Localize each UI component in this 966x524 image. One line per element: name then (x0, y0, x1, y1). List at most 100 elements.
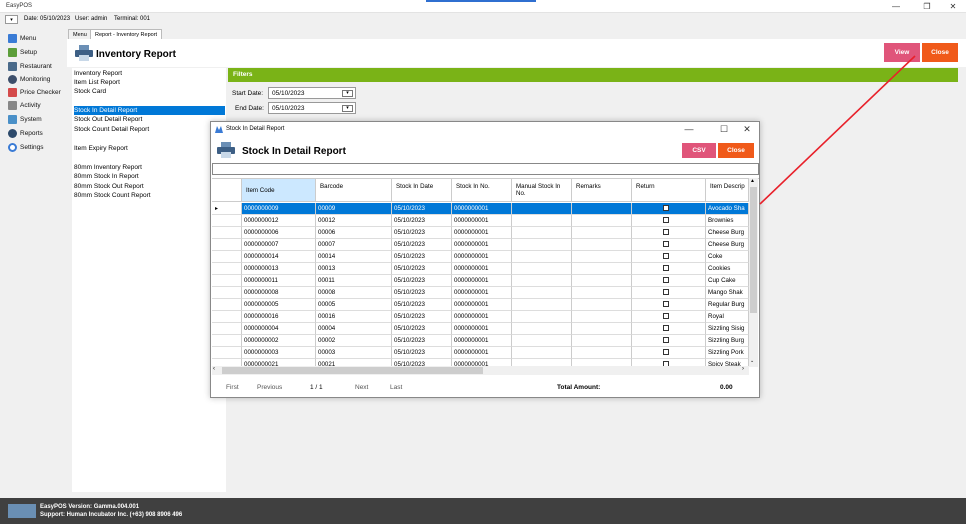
table-cell[interactable]: 00012 (316, 215, 392, 227)
table-cell[interactable]: 0000000014 (242, 251, 316, 263)
row-header[interactable] (212, 263, 242, 275)
scroll-thumb[interactable] (222, 367, 483, 374)
table-cell[interactable]: Cheese Burg (706, 239, 749, 251)
report-item-inventory[interactable]: Inventory Report (74, 69, 225, 78)
sidebar-item-system[interactable]: System (8, 113, 42, 125)
table-cell[interactable] (512, 263, 572, 275)
return-checkbox-cell[interactable] (632, 203, 706, 215)
table-cell[interactable]: 05/10/2023 (392, 287, 452, 299)
table-cell[interactable]: 0000000001 (452, 239, 512, 251)
table-cell[interactable]: 00006 (316, 227, 392, 239)
close-button[interactable]: Close (922, 43, 958, 62)
table-cell[interactable] (512, 215, 572, 227)
table-cell[interactable] (512, 275, 572, 287)
dialog-filter-bar[interactable] (212, 163, 759, 175)
table-row[interactable]: ▸ 0000000009 00009 05/10/2023 0000000001 Avoc… (212, 203, 749, 215)
return-checkbox-cell[interactable] (632, 227, 706, 239)
table-cell[interactable]: Mango Shak (706, 287, 749, 299)
sidebar-item-reports[interactable]: Reports (8, 127, 43, 139)
table-cell[interactable]: 0000000009 (242, 203, 316, 215)
sidebar-item-menu[interactable]: Menu (8, 32, 36, 44)
row-header[interactable] (212, 347, 242, 359)
row-header[interactable] (212, 335, 242, 347)
table-cell[interactable]: 00008 (316, 287, 392, 299)
column-header[interactable]: Item Descrip (706, 179, 749, 202)
row-header[interactable]: ▸ (212, 203, 242, 215)
table-cell[interactable] (572, 275, 632, 287)
table-cell[interactable]: 00011 (316, 275, 392, 287)
return-checkbox[interactable] (663, 325, 669, 332)
column-header[interactable]: Manual Stock In No. (512, 179, 572, 202)
table-cell[interactable] (572, 335, 632, 347)
return-checkbox[interactable] (663, 253, 669, 260)
table-cell[interactable]: 05/10/2023 (392, 239, 452, 251)
row-header[interactable] (212, 287, 242, 299)
report-item-stock-in-detail[interactable]: Stock In Detail Report (74, 106, 225, 115)
column-header[interactable]: Stock In Date (392, 179, 452, 202)
return-checkbox-cell[interactable] (632, 239, 706, 251)
table-cell[interactable]: Royal (706, 311, 749, 323)
vertical-scrollbar[interactable]: ▲ ⌄ (749, 178, 758, 367)
sidebar-item-settings[interactable]: Settings (8, 141, 44, 153)
report-item-stock-count-detail[interactable]: Stock Count Detail Report (74, 125, 225, 134)
table-cell[interactable]: 0000000001 (452, 227, 512, 239)
report-item-80mm-inventory[interactable]: 80mm Inventory Report (74, 163, 225, 172)
table-cell[interactable]: 0000000004 (242, 323, 316, 335)
view-button[interactable]: View (884, 43, 920, 62)
return-checkbox-cell[interactable] (632, 215, 706, 227)
table-cell[interactable]: 00002 (316, 335, 392, 347)
table-cell[interactable]: Sizzling Pork (706, 347, 749, 359)
table-cell[interactable] (512, 203, 572, 215)
table-cell[interactable]: 05/10/2023 (392, 251, 452, 263)
table-row[interactable]: 0000000013 00013 05/10/2023 0000000001 Cooki… (212, 263, 749, 275)
report-item-80mm-stock-out[interactable]: 80mm Stock Out Report (74, 182, 225, 191)
scroll-up-icon[interactable]: ▲ (750, 178, 755, 184)
report-item-80mm-stock-in[interactable]: 80mm Stock In Report (74, 172, 225, 181)
last-button[interactable]: Last (390, 384, 402, 391)
return-checkbox-cell[interactable] (632, 323, 706, 335)
table-cell[interactable] (512, 227, 572, 239)
scroll-left-icon[interactable]: ‹ (213, 366, 215, 372)
sidebar-item-setup[interactable]: Setup (8, 46, 37, 58)
row-header[interactable] (212, 311, 242, 323)
table-cell[interactable]: 05/10/2023 (392, 227, 452, 239)
table-cell[interactable] (572, 311, 632, 323)
close-icon[interactable]: ✕ (736, 123, 758, 135)
sidebar-item-activity[interactable]: Activity (8, 99, 41, 111)
return-checkbox[interactable] (663, 205, 669, 212)
table-cell[interactable]: 05/10/2023 (392, 335, 452, 347)
table-row[interactable]: 0000000008 00008 05/10/2023 0000000001 Mango… (212, 287, 749, 299)
table-row[interactable]: 0000000003 00003 05/10/2023 0000000001 Sizzl… (212, 347, 749, 359)
tab-menu[interactable]: Menu (68, 29, 92, 39)
column-header[interactable]: Return (632, 179, 706, 202)
return-checkbox[interactable] (663, 289, 669, 296)
column-header[interactable]: Item Code (242, 179, 316, 202)
table-cell[interactable]: 0000000001 (452, 335, 512, 347)
return-checkbox-cell[interactable] (632, 311, 706, 323)
return-checkbox[interactable] (663, 313, 669, 320)
table-cell[interactable]: 0000000001 (452, 275, 512, 287)
close-icon[interactable]: ✕ (942, 1, 964, 12)
table-cell[interactable]: 0000000002 (242, 335, 316, 347)
table-cell[interactable]: 0000000001 (452, 311, 512, 323)
csv-button[interactable]: CSV (682, 143, 716, 158)
table-row[interactable]: 0000000016 00016 05/10/2023 0000000001 Royal (212, 311, 749, 323)
sidebar-item-price-checker[interactable]: Price Checker (8, 86, 61, 98)
maximize-icon[interactable]: ❐ (916, 1, 938, 12)
table-cell[interactable] (572, 323, 632, 335)
end-date-field[interactable]: 05/10/2023 ▾ (268, 102, 356, 114)
table-cell[interactable] (512, 347, 572, 359)
table-cell[interactable]: 05/10/2023 (392, 215, 452, 227)
table-cell[interactable]: 0000000016 (242, 311, 316, 323)
table-cell[interactable]: Regular Burg (706, 299, 749, 311)
table-cell[interactable]: 05/10/2023 (392, 347, 452, 359)
table-cell[interactable] (572, 251, 632, 263)
table-cell[interactable]: 0000000001 (452, 287, 512, 299)
table-row[interactable]: 0000000014 00014 05/10/2023 0000000001 Coke (212, 251, 749, 263)
column-header[interactable]: Stock In No. (452, 179, 512, 202)
table-cell[interactable] (512, 251, 572, 263)
horizontal-scrollbar[interactable]: ‹ › (212, 366, 749, 375)
dialog-close-button[interactable]: Close (718, 143, 754, 158)
return-checkbox[interactable] (663, 241, 669, 248)
column-header[interactable]: Barcode (316, 179, 392, 202)
